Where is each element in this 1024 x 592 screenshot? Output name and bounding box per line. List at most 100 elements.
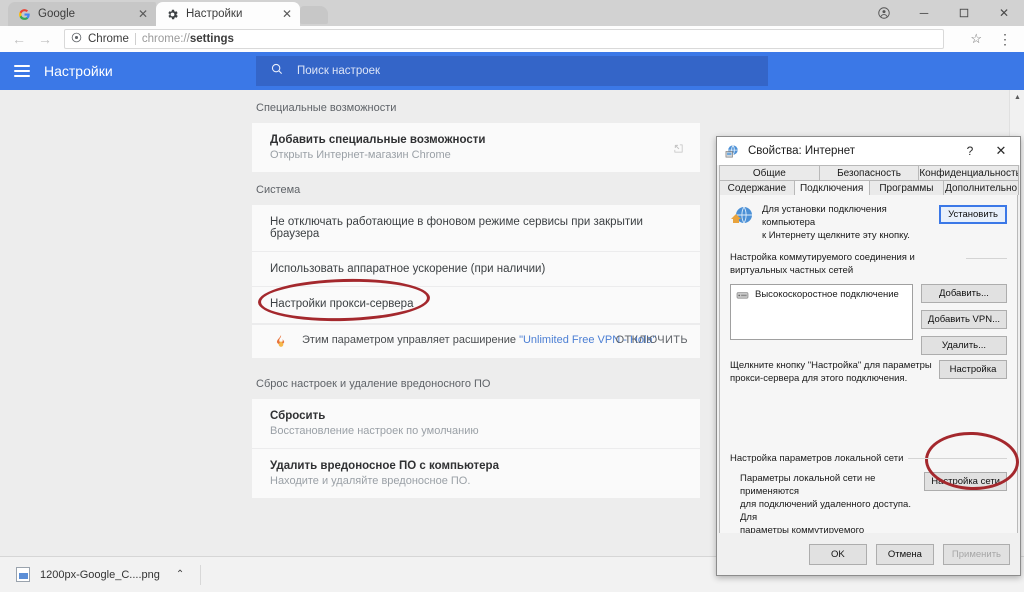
connection-name: Высокоскоростное подключение [755, 289, 899, 301]
add-connection-button[interactable]: Добавить... [920, 284, 1007, 304]
settings-content: Специальные возможности Добавить специал… [252, 90, 700, 498]
row-title: Использовать аппаратное ускорение (при н… [270, 263, 546, 275]
section-label-system: Система [256, 184, 301, 196]
dialup-buttons-column: Добавить... Добавить VPN... Удалить... [920, 284, 1007, 356]
row-title: Добавить специальные возможности [270, 134, 486, 146]
dialog-tab-rows: Общие Безопасность Конфиденциальность Со… [717, 165, 1020, 195]
profile-icon[interactable] [864, 0, 904, 26]
download-item[interactable]: 1200px-Google_C....png ⌃ [16, 567, 184, 582]
dialog-title-bar: Свойства: Интернет ? ✕ [717, 137, 1020, 165]
internet-properties-dialog: Свойства: Интернет ? ✕ Общие Безопасност… [716, 136, 1021, 576]
row-title: Настройки прокси-сервера [270, 298, 414, 310]
row-subtitle: Восстановление настроек по умолчанию [270, 425, 479, 437]
forward-button[interactable]: → [32, 26, 58, 52]
shelf-divider [200, 564, 202, 585]
chrome-menu-icon[interactable]: ⋮ [998, 30, 1012, 48]
dialup-hint-text: Щелкните кнопку "Настройка" для параметр… [730, 360, 932, 384]
page-title: Настройки [44, 63, 113, 79]
browser-toolbar: ← → ↻ Chrome chrome://settings ☆ ⋮ [0, 26, 1024, 52]
close-window-button[interactable]: ✕ [984, 0, 1024, 26]
tab-konfidentsialnost[interactable]: Конфиденциальность [918, 165, 1020, 180]
proxy-settings-button[interactable]: Настройка [939, 360, 1007, 380]
close-icon[interactable]: ✕ [126, 8, 148, 20]
tab-dopolnitelno[interactable]: Дополнительно [943, 180, 1019, 195]
list-item[interactable]: Высокоскоростное подключение [736, 289, 907, 300]
dialog-close-button[interactable]: ✕ [984, 143, 1018, 159]
row-title: Удалить вредоносное ПО с компьютера [270, 460, 499, 472]
dialog-body-connections: Для установки подключения компьютера к И… [719, 195, 1018, 575]
settings-header: Настройки Поиск настроек [0, 52, 1024, 90]
connections-listbox[interactable]: Высокоскоростное подключение [730, 284, 913, 341]
omnibox-url: chrome://settings [141, 33, 234, 45]
row-reset-settings[interactable]: Сбросить Восстановление настроек по умол… [252, 399, 700, 449]
disable-extension-button[interactable]: ОТКЛЮЧИТЬ [616, 334, 688, 346]
tab-podklyucheniya[interactable]: Подключения [793, 180, 870, 195]
install-connection-button[interactable]: Установить [939, 205, 1007, 224]
back-button[interactable]: ← [6, 26, 32, 52]
card-accessibility: Добавить специальные возможности Открыть… [252, 123, 700, 172]
chevron-up-icon[interactable]: ⌃ [176, 569, 184, 580]
browser-tab-google[interactable]: Google ✕ [8, 2, 156, 26]
modem-icon [736, 289, 749, 300]
ok-button[interactable]: OK [808, 543, 867, 565]
dialog-footer: OK Отмена Применить [717, 533, 1020, 575]
row-subtitle: Открыть Интернет-магазин Chrome [270, 149, 451, 161]
omnibox-divider [134, 33, 136, 45]
dialog-tab-row-1: Общие Безопасность Конфиденциальность [719, 165, 1020, 180]
apply-button: Применить [942, 543, 1010, 565]
row-title: Сбросить [270, 410, 326, 422]
tab-strip: Google ✕ Настройки ✕ ─ ✕ [0, 0, 1024, 26]
tab-title: Настройки [186, 8, 243, 20]
scroll-up-arrow-icon[interactable]: ▲ [1010, 90, 1024, 105]
row-background-apps[interactable]: Не отключать работающие в фоновом режиме… [252, 205, 700, 252]
tab-soderzhanie[interactable]: Содержание [719, 180, 795, 195]
row-title: Не отключать работающие в фоновом режиме… [270, 216, 643, 240]
hamburger-icon[interactable] [14, 65, 30, 77]
card-reset: Сбросить Восстановление настроек по умол… [252, 399, 700, 498]
extension-controlled-notice: Этим параметром управляет расширение "Un… [252, 324, 700, 358]
row-hardware-acceleration[interactable]: Использовать аппаратное ускорение (при н… [252, 252, 700, 287]
setup-connection-text: Для установки подключения компьютера к И… [762, 204, 910, 241]
extension-notice-text: Этим параметром управляет расширение "Un… [302, 334, 657, 346]
card-system: Не отключать работающие в фоновом режиме… [252, 205, 700, 358]
row-proxy-settings[interactable]: Настройки прокси-сервера [252, 287, 700, 324]
dialup-vpn-group: Настройка коммутируемого соединения и ви… [730, 252, 1007, 279]
section-label-reset: Сброс настроек и удаление вредоносного П… [256, 378, 491, 390]
tab-title: Google [38, 8, 76, 20]
dialog-title: Свойства: Интернет [748, 145, 856, 157]
maximize-button[interactable] [944, 0, 984, 26]
search-input[interactable]: Поиск настроек [256, 56, 768, 86]
bookmark-star-icon[interactable]: ☆ [970, 31, 982, 47]
row-subtitle: Находите и удаляйте вредоносное ПО. [270, 475, 471, 487]
section-label-accessibility: Специальные возможности [256, 102, 397, 114]
new-tab-button[interactable] [300, 6, 328, 24]
address-bar[interactable]: Chrome chrome://settings [64, 29, 944, 49]
row-remove-malware[interactable]: Удалить вредоносное ПО с компьютера Нахо… [252, 449, 700, 498]
cancel-button[interactable]: Отмена [875, 543, 934, 565]
remove-connection-button[interactable]: Удалить... [920, 336, 1007, 356]
globe-connection-icon [730, 205, 754, 227]
lan-settings-button[interactable]: Настройка сети [924, 471, 1007, 491]
browser-tab-settings[interactable]: Настройки ✕ [156, 2, 300, 26]
external-link-icon [673, 141, 684, 153]
search-placeholder: Поиск настроек [297, 65, 381, 77]
omnibox-scheme-label: Chrome [88, 33, 129, 45]
tab-obschie[interactable]: Общие [719, 165, 820, 180]
page-info-icon[interactable] [71, 32, 82, 46]
dialup-list-area: Высокоскоростное подключение Добавить...… [730, 284, 1007, 356]
extension-flame-icon [274, 333, 288, 352]
close-icon[interactable]: ✕ [270, 8, 292, 20]
lan-group: Настройка параметров локальной сети [730, 452, 1007, 466]
add-vpn-button[interactable]: Добавить VPN... [920, 310, 1007, 330]
lan-group-label: Настройка параметров локальной сети [730, 452, 909, 466]
minimize-button[interactable]: ─ [904, 0, 944, 26]
row-add-accessibility[interactable]: Добавить специальные возможности Открыть… [252, 123, 700, 172]
download-filename: 1200px-Google_C....png [40, 568, 160, 581]
dialog-tab-row-2: Содержание Подключения Программы Дополни… [719, 180, 1019, 195]
help-button[interactable]: ? [956, 144, 984, 158]
tab-programmy[interactable]: Программы [868, 180, 945, 195]
dialup-group-label: Настройка коммутируемого соединения и ви… [730, 252, 966, 279]
tab-bezopasnost[interactable]: Безопасность [818, 165, 920, 180]
internet-properties-icon [725, 144, 740, 159]
setup-connection-block: Для установки подключения компьютера к И… [730, 204, 1007, 242]
